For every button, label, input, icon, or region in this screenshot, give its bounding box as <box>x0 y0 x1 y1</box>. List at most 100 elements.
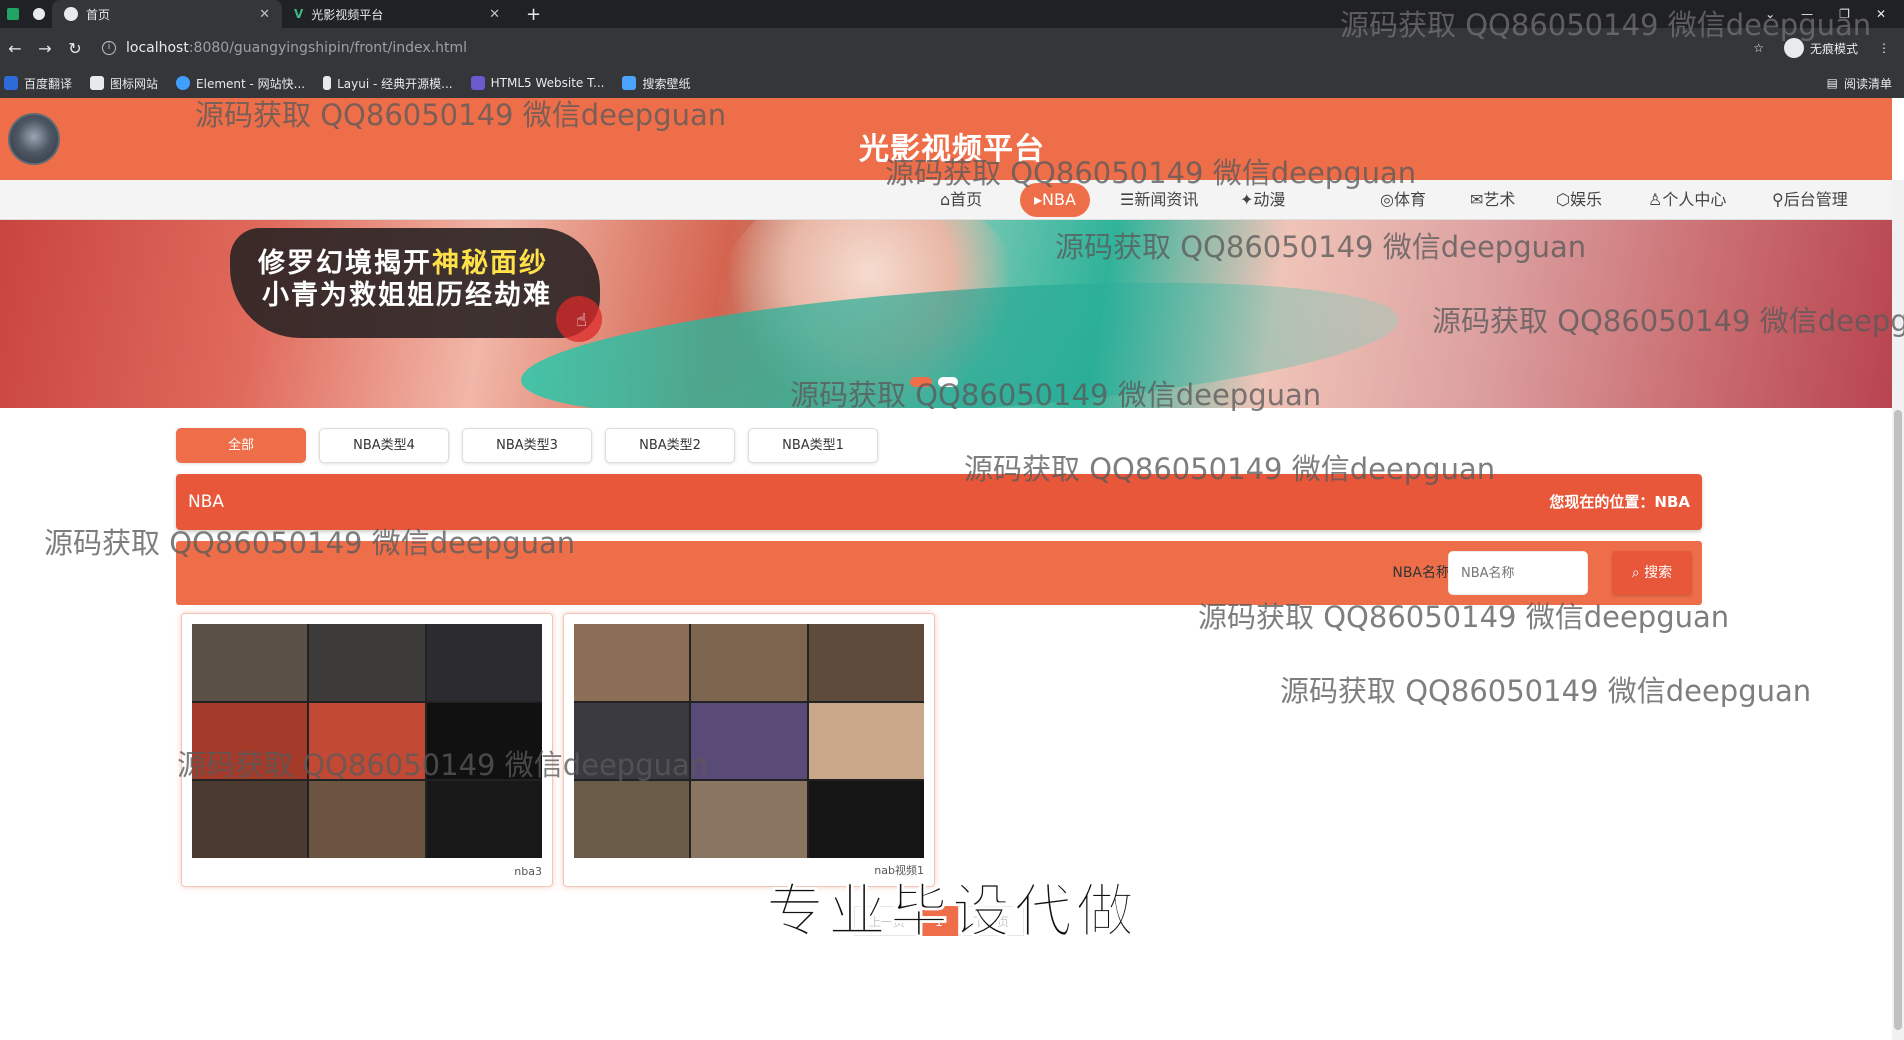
url-host: localhost <box>126 40 189 56</box>
filter-all[interactable]: 全部 <box>176 428 306 463</box>
reload-icon[interactable]: ↻ <box>60 39 90 58</box>
bookmark-label: 图标网站 <box>110 76 159 91</box>
url-field[interactable]: i localhost:8080/guangyingshipin/front/i… <box>102 40 467 56</box>
restore-button[interactable]: ❐ <box>1839 7 1850 21</box>
bookmark-element[interactable]: Element - 网站快... <box>176 75 305 92</box>
video-card[interactable]: nab视频1 <box>563 613 935 887</box>
mail-icon: ✉ <box>1470 190 1484 209</box>
nav-item-sports[interactable]: ◎体育 <box>1380 180 1426 220</box>
nav-label: 首页 <box>950 190 983 209</box>
sheets-icon[interactable] <box>0 0 26 28</box>
search-icon: ⌕ <box>1631 565 1645 581</box>
bookmark-icon-site[interactable]: 图标网站 <box>90 75 158 92</box>
tab-label: 光影视频平台 <box>311 7 384 22</box>
section-title: NBA <box>188 492 225 512</box>
thumbnail-mosaic <box>574 624 924 858</box>
info-icon[interactable]: i <box>102 41 116 55</box>
filter-nba-type2[interactable]: NBA类型2 <box>605 428 735 463</box>
window-controls: ⌄ — ❐ ✕ <box>1765 0 1904 28</box>
bookmark-html5[interactable]: HTML5 Website T... <box>470 76 605 90</box>
nav-item-profile[interactable]: ♙个人中心 <box>1648 180 1726 220</box>
news-icon: ☰ <box>1120 190 1135 209</box>
hero-carousel[interactable]: 修罗幻境揭开神秘面纱 小青为救姐姐历经劫难 ☝ <box>0 220 1892 408</box>
bookmark-label: 搜索壁纸 <box>642 76 691 91</box>
anime-icon: ✦ <box>1240 190 1254 209</box>
close-window-button[interactable]: ✕ <box>1876 7 1886 21</box>
address-actions: ☆ 无痕模式 ⋮ <box>1753 28 1890 68</box>
reading-list-icon: ▤ <box>1826 76 1838 90</box>
carousel-dot[interactable] <box>938 377 958 387</box>
layui-icon <box>323 76 332 90</box>
nav-label: 个人中心 <box>1662 190 1727 209</box>
nav-item-anime[interactable]: ✦动漫 <box>1240 180 1285 220</box>
nav-label: 娱乐 <box>1569 190 1602 209</box>
bookmark-wallpaper[interactable]: 搜索壁纸 <box>622 75 690 92</box>
watermark: 源码获取 QQ86050149 微信deepguan <box>1280 674 1812 708</box>
tab-home[interactable]: 首页 ✕ <box>52 0 282 28</box>
nav-item-news[interactable]: ☰新闻资讯 <box>1120 180 1198 220</box>
carousel-dot[interactable] <box>910 377 932 387</box>
close-icon[interactable]: ✕ <box>489 7 500 22</box>
search-button[interactable]: ⌕ 搜索 <box>1612 551 1692 595</box>
carousel-dots <box>910 377 958 387</box>
hand-cursor-icon: ☝ <box>576 310 587 331</box>
nav-item-nba[interactable]: ▸NBA <box>1020 183 1090 217</box>
video-thumbnail[interactable] <box>574 624 924 858</box>
sport-icon: ◎ <box>1380 190 1394 209</box>
nav-item-home[interactable]: ⌂首页 <box>940 180 982 220</box>
play-icon: ▸ <box>1034 190 1043 209</box>
wallpaper-icon <box>622 76 637 90</box>
cursor-highlight: ☝ <box>556 296 602 342</box>
menu-icon[interactable]: ⋮ <box>1878 41 1890 55</box>
new-tab-button[interactable]: + <box>526 4 541 25</box>
bookmark-label: 百度翻译 <box>24 76 73 91</box>
filter-nba-type4[interactable]: NBA类型4 <box>319 428 449 463</box>
video-thumbnail[interactable] <box>192 624 542 858</box>
filter-nba-type3[interactable]: NBA类型3 <box>462 428 592 463</box>
banner-line2-b: 历经劫难 <box>436 280 552 311</box>
nav-label: 体育 <box>1393 190 1426 209</box>
category-filter: 全部 NBA类型4 NBA类型3 NBA类型2 NBA类型1 <box>176 428 878 463</box>
bookmark-baidu-translate[interactable]: 百度翻译 <box>4 75 72 92</box>
globe-icon[interactable] <box>26 0 52 28</box>
banner-line2-a: 小青为救姐姐 <box>262 280 436 311</box>
nav-item-entertainment[interactable]: ⬡娱乐 <box>1556 180 1602 220</box>
tab-guangying[interactable]: V 光影视频平台 ✕ <box>282 0 512 28</box>
bookmarks-bar: 百度翻译 图标网站 Element - 网站快... Layui - 经典开源模… <box>0 68 1904 98</box>
home-icon: ⌂ <box>940 190 951 209</box>
user-icon: ♙ <box>1648 190 1663 209</box>
site-header: 光影视频平台 <box>0 98 1892 180</box>
video-card[interactable]: nba3 <box>181 613 553 887</box>
filter-nba-type1[interactable]: NBA类型1 <box>748 428 878 463</box>
reading-list[interactable]: ▤ 阅读清单 <box>1827 68 1892 98</box>
star-icon[interactable]: ☆ <box>1753 41 1764 55</box>
back-icon[interactable]: ← <box>0 39 30 58</box>
location-value[interactable]: NBA <box>1654 493 1690 511</box>
close-icon[interactable]: ✕ <box>259 7 270 22</box>
reading-list-label: 阅读清单 <box>1843 76 1892 91</box>
html5-icon <box>470 76 485 90</box>
browser-chrome: 首页 ✕ V 光影视频平台 ✕ + ⌄ — ❐ ✕ ← → ↻ i localh… <box>0 0 1904 98</box>
tab-strip: 首页 ✕ V 光影视频平台 ✕ + ⌄ — ❐ ✕ <box>0 0 1904 28</box>
nav-item-admin[interactable]: ⚲后台管理 <box>1772 180 1848 220</box>
bookmark-layui[interactable]: Layui - 经典开源模... <box>323 75 453 92</box>
search-input[interactable] <box>1448 551 1588 595</box>
search-button-label: 搜索 <box>1644 565 1673 581</box>
incognito-icon <box>1783 38 1804 58</box>
nav-item-art[interactable]: ✉艺术 <box>1470 180 1515 220</box>
tab-label: 首页 <box>86 7 111 22</box>
flag-icon <box>90 76 105 90</box>
chevron-down-icon[interactable]: ⌄ <box>1765 7 1775 21</box>
url-path: :8080/guangyingshipin/front/index.html <box>188 40 468 56</box>
minimize-button[interactable]: — <box>1801 7 1813 21</box>
nav-label: 新闻资讯 <box>1134 190 1199 209</box>
vue-icon: V <box>294 7 304 21</box>
address-bar: ← → ↻ i localhost:8080/guangyingshipin/f… <box>0 28 1904 68</box>
nav-label: 动漫 <box>1253 190 1286 209</box>
breadcrumb: NBA 您现在的位置：NBA <box>176 474 1702 530</box>
incognito-badge[interactable]: 无痕模式 <box>1783 38 1858 58</box>
forward-icon[interactable]: → <box>30 39 60 58</box>
shield-icon: ⬡ <box>1556 190 1570 209</box>
search-label: NBA名称 <box>1392 565 1450 581</box>
bookmark-label: HTML5 Website T... <box>490 76 605 90</box>
